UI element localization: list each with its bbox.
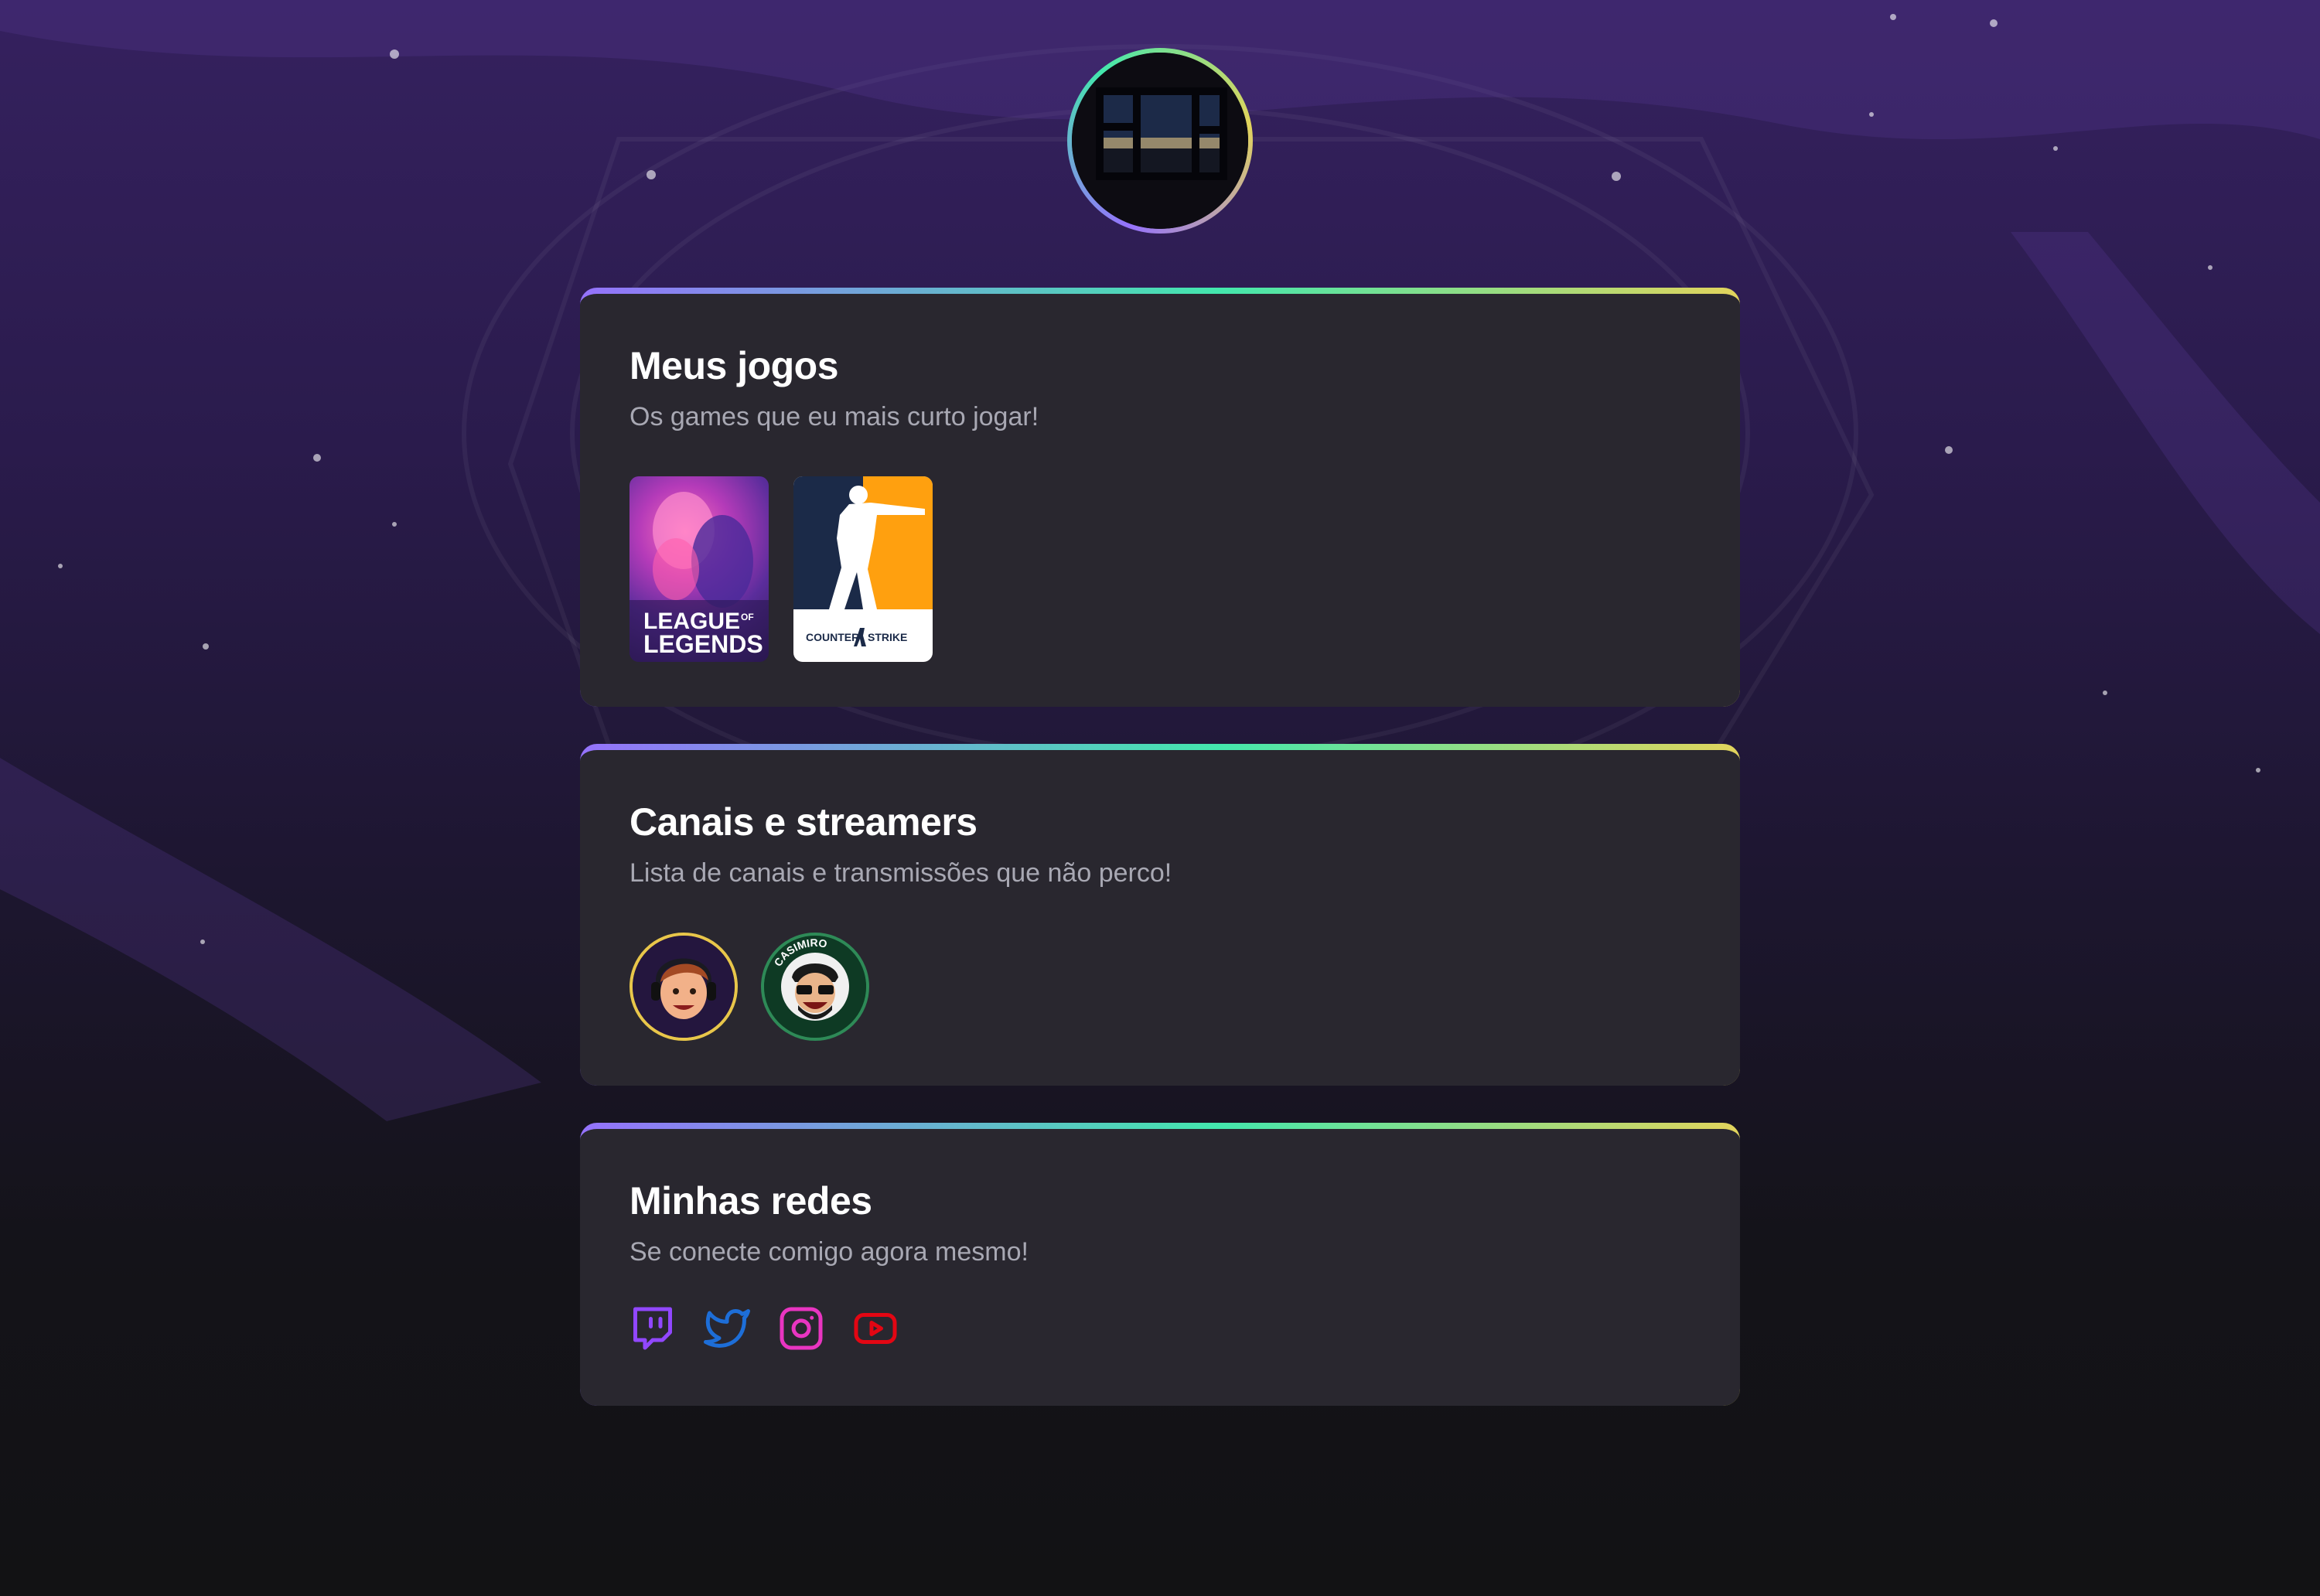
games-title: Meus jogos — [629, 344, 839, 387]
game-title-of: OF — [741, 612, 754, 622]
game-cover-league-of-legends[interactable]: LEAGUE OF LEGENDS — [629, 476, 769, 662]
streamers-card: Canais e streamers Lista de canais e tra… — [580, 744, 1740, 1086]
twitch-icon — [633, 1307, 672, 1350]
youtube-link[interactable] — [852, 1305, 899, 1352]
streamers-subtitle: Lista de canais e transmissões que não p… — [629, 858, 1172, 888]
streamer-avatar-casimiro[interactable]: CASIMIRO — [761, 933, 869, 1041]
game-cover-counter-strike[interactable]: COUNTER STRIKE — [793, 476, 933, 662]
game-title-line2: LEGENDS — [643, 630, 763, 658]
twitter-icon — [704, 1309, 750, 1348]
profile-photo — [1072, 53, 1248, 229]
profile-avatar — [1067, 48, 1253, 234]
game-title-line1: COUNTER — [806, 631, 859, 643]
streamer-avatar-1[interactable] — [629, 933, 738, 1041]
instagram-link[interactable] — [778, 1305, 824, 1352]
games-subtitle: Os games que eu mais curto jogar! — [629, 402, 1039, 431]
socials-subtitle: Se conecte comigo agora mesmo! — [629, 1237, 1029, 1267]
youtube-icon — [854, 1313, 897, 1344]
streamers-title: Canais e streamers — [629, 800, 977, 844]
games-card: Meus jogos Os games que eu mais curto jo… — [580, 288, 1740, 707]
game-title-line2: STRIKE — [868, 631, 907, 643]
socials-title: Minhas redes — [629, 1179, 872, 1223]
twitter-link[interactable] — [704, 1305, 750, 1352]
socials-card: Minhas redes Se conecte comigo agora mes… — [580, 1123, 1740, 1406]
twitch-link[interactable] — [629, 1305, 676, 1352]
instagram-icon — [780, 1307, 823, 1350]
